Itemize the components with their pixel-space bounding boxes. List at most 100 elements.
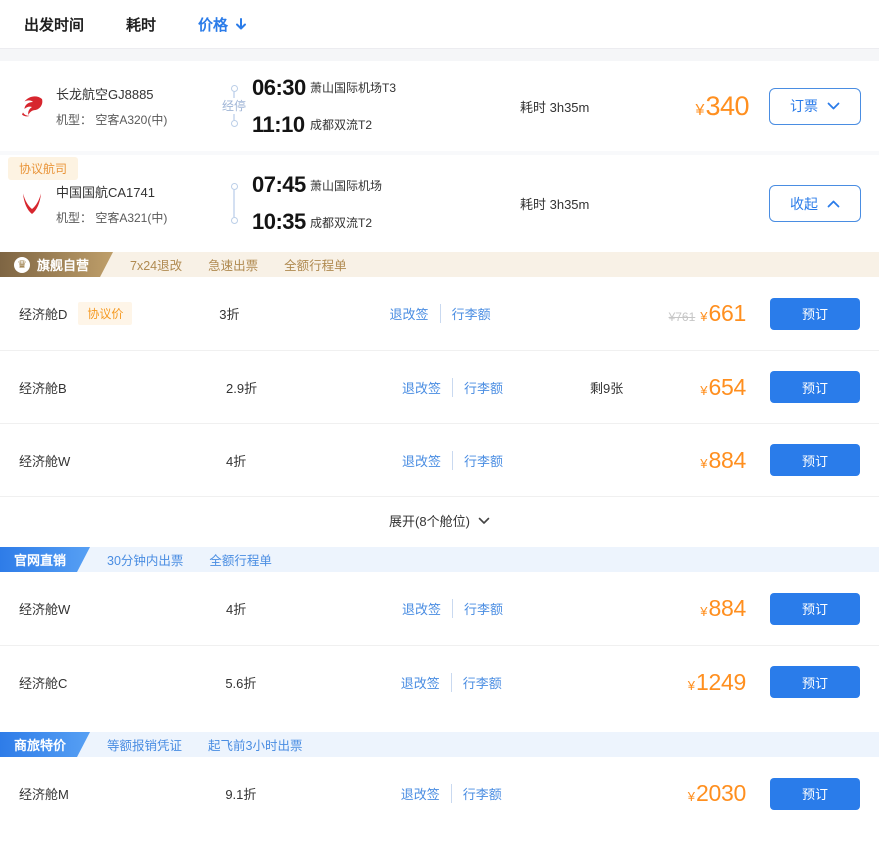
aircraft-type: 机型： 空客A320(中) [56,111,220,128]
section-features: 30分钟内出票 全额行程单 [107,550,272,569]
discount-rate: 4折 [226,451,402,470]
currency-symbol: ¥ [700,604,707,619]
business-special-badge-label: 商旅特价 [14,735,66,754]
price-value: 340 [705,91,749,122]
collapse-label: 收起 [790,194,818,214]
refund-policy-link[interactable]: 退改签 [402,378,441,397]
price-value: 654 [709,374,746,401]
section-header-business-special: 商旅特价 等额报销凭证 起飞前3小时出票 [0,732,879,757]
currency-symbol: ¥ [700,309,707,324]
sort-duration[interactable]: 耗时 [126,14,156,35]
reserve-button[interactable]: 预订 [770,593,860,625]
baggage-allowance-link[interactable]: 行李额 [451,784,502,803]
airline-logo-airchina-icon [18,190,46,218]
arrow-down-icon [235,17,247,31]
currency-symbol: ¥ [700,456,707,471]
refund-policy-link[interactable]: 退改签 [401,673,440,692]
cabin-name: 经济舱M [19,784,69,803]
fare-price: ¥ 2030 [688,780,746,807]
section-header-official: 官网直销 30分钟内出票 全额行程单 [0,547,879,572]
arrival-airport: 成都双流T2 [310,116,372,133]
discount-rate: 2.9折 [226,378,402,397]
reserve-button[interactable]: 预订 [770,371,860,403]
reserve-button[interactable]: 预订 [770,298,860,330]
timeline-line [233,92,235,98]
baggage-allowance-link[interactable]: 行李额 [452,378,503,397]
baggage-allowance-link[interactable]: 行李额 [440,304,491,323]
baggage-allowance-link[interactable]: 行李额 [452,599,503,618]
feature-item: 全额行程单 [284,255,347,274]
fare-price: ¥ 661 [700,300,746,327]
refund-policy-link[interactable]: 退改签 [401,784,440,803]
flight-price: ¥ 340 [696,91,749,122]
currency-symbol: ¥ [696,102,705,120]
refund-policy-link[interactable]: 退改签 [390,304,429,323]
fare-price: ¥ 884 [700,447,746,474]
airline-info: 中国国航CA1741 机型： 空客A321(中) [56,182,220,226]
route-timeline-stop: 经停 [220,85,248,127]
arrival-time: 10:35 [252,209,310,235]
feature-item: 7x24退改 [130,255,182,274]
departure-dot-icon [231,85,238,92]
currency-symbol: ¥ [688,678,695,693]
collapse-button[interactable]: 收起 [769,185,861,222]
times-block: 07:45 萧山国际机场 10:35 成都双流T2 [252,172,514,235]
stopover-label: 经停 [222,100,246,112]
timeline-line [233,190,235,217]
expand-cabins-label: 展开(8个舱位) [389,511,470,530]
baggage-allowance-link[interactable]: 行李额 [451,673,502,692]
flight-row-ca1741: 协议航司 中国国航CA1741 机型： 空客A321(中) 07:45 萧山国际… [0,155,879,252]
cabin-name: 经济舱W [19,451,70,470]
discount-rate: 5.6折 [225,673,400,692]
feature-item: 急速出票 [208,255,258,274]
sort-price-label: 价格 [198,14,228,35]
price-value: 2030 [696,780,746,807]
fare-price: ¥ 654 [700,374,746,401]
fare-row-economy-b: 经济舱B 2.9折 退改签 行李额 剩9张 ¥ 654 预订 [0,350,879,423]
fare-row-economy-w2: 经济舱W 4折 退改签 行李额 ¥ 884 预订 [0,572,879,645]
currency-symbol: ¥ [700,383,707,398]
agreement-airline-tag: 协议航司 [8,157,78,180]
refund-policy-link[interactable]: 退改签 [402,599,441,618]
baggage-allowance-link[interactable]: 行李额 [452,451,503,470]
chevron-up-icon [827,200,840,208]
official-badge: 官网直销 [0,547,90,572]
crown-icon: ♛ [14,257,30,273]
flight-duration: 耗时 3h35m [520,97,670,116]
departure-time: 07:45 [252,172,310,198]
sort-departure-time[interactable]: 出发时间 [24,14,84,35]
chevron-down-icon [827,102,840,110]
agreement-price-tag: 协议价 [78,302,132,325]
currency-symbol: ¥ [688,789,695,804]
sort-price[interactable]: 价格 [198,14,247,35]
reserve-button[interactable]: 预订 [770,444,860,476]
sort-bar: 出发时间 耗时 价格 [0,0,879,48]
aircraft-type: 机型： 空客A321(中) [56,209,220,226]
arrival-airport: 成都双流T2 [310,214,372,231]
cabin-name: 经济舱D [19,304,67,323]
reserve-button[interactable]: 预订 [770,666,860,698]
book-ticket-button[interactable]: 订票 [769,88,861,125]
reserve-button[interactable]: 预订 [770,778,860,810]
price-value: 661 [709,300,746,327]
original-price: ¥761 [669,310,696,324]
departure-airport: 萧山国际机场 [310,177,382,194]
airline-logo-changlong-icon [18,92,46,120]
business-special-badge: 商旅特价 [0,732,90,757]
discount-rate: 3折 [219,304,389,323]
section-features: 等额报销凭证 起飞前3小时出票 [107,735,302,754]
cabin-name: 经济舱B [19,378,67,397]
arrival-time: 11:10 [252,112,310,138]
route-timeline-direct [220,183,248,224]
expand-cabins-button[interactable]: 展开(8个舱位) [0,496,879,544]
times-block: 06:30 萧山国际机场T3 11:10 成都双流T2 [252,75,514,138]
feature-item: 起飞前3小时出票 [208,735,302,754]
airline-info: 长龙航空GJ8885 机型： 空客A320(中) [56,84,220,128]
refund-policy-link[interactable]: 退改签 [402,451,441,470]
section-features: 7x24退改 急速出票 全额行程单 [130,255,347,274]
cabin-name: 经济舱W [19,599,70,618]
departure-airport: 萧山国际机场T3 [310,79,396,96]
fare-row-economy-m: 经济舱M 9.1折 退改签 行李额 ¥ 2030 预订 [0,757,879,830]
feature-item: 全额行程单 [209,550,272,569]
price-value: 884 [709,595,746,622]
